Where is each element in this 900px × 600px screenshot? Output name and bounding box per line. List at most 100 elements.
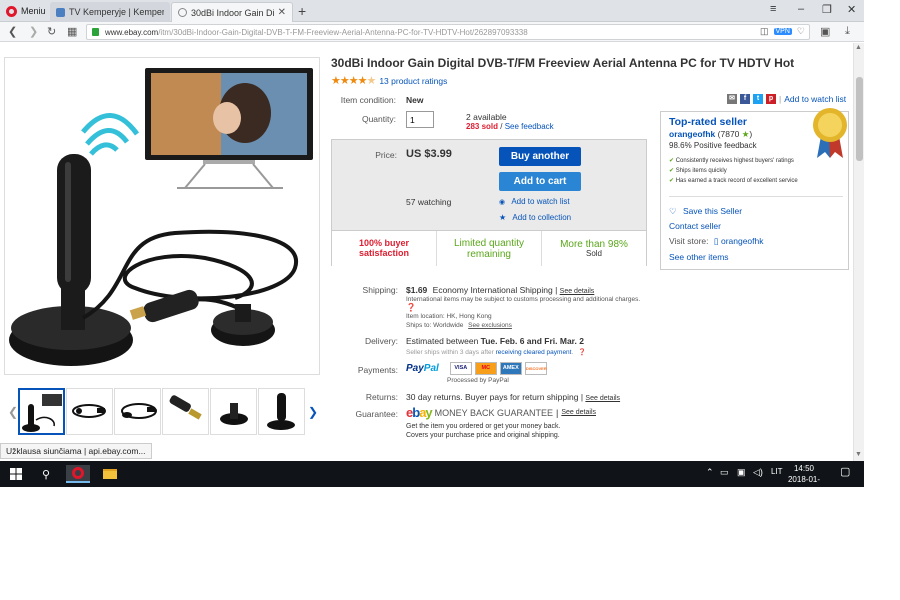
seller-name-link[interactable]: orangeofhk xyxy=(669,129,715,139)
thumbnail-4[interactable] xyxy=(162,388,209,435)
file-explorer-icon[interactable] xyxy=(98,465,122,483)
watch-row: ◉ Add to watch list xyxy=(499,197,570,206)
screen: Meniu TV Kemperyje | Kemperiu 30dBi Indo… xyxy=(0,0,864,487)
ebay-logo: ebay xyxy=(406,405,433,420)
pinterest-icon[interactable]: p xyxy=(766,94,776,104)
facebook-icon[interactable]: f xyxy=(740,94,750,104)
eye-icon: ◉ xyxy=(499,199,506,206)
thumbnail-6[interactable] xyxy=(258,388,305,435)
returns-row: 30 day returns. Buyer pays for return sh… xyxy=(406,392,620,402)
condition-label: Item condition: xyxy=(340,95,396,105)
see-feedback-link[interactable]: See feedback xyxy=(505,122,554,131)
wallet-icon[interactable]: ▣ xyxy=(820,25,830,38)
shipping-method: Economy International Shipping xyxy=(432,285,553,295)
ebay-product-page: ❮ ❯ 30dBi Indoor Gain Digital DVB-T/FM F… xyxy=(0,43,853,461)
scrollbar-thumb[interactable] xyxy=(856,77,863,161)
shipping-details-link[interactable]: See details xyxy=(560,288,595,295)
stat-line: Sold xyxy=(585,248,602,258)
see-other-items-link[interactable]: See other items xyxy=(669,252,729,262)
add-to-watch-list-top-link[interactable]: Add to watch list xyxy=(784,94,846,104)
forward-icon[interactable]: ❯ xyxy=(29,25,38,38)
back-icon[interactable]: ❮ xyxy=(8,25,17,38)
quantity-input[interactable] xyxy=(406,111,434,128)
thumbnails-prev-icon[interactable]: ❮ xyxy=(8,405,18,419)
save-seller-link[interactable]: Save this Seller xyxy=(683,206,742,216)
discover-card-icon: DISCOVER xyxy=(524,362,547,375)
volume-icon[interactable]: ◁) xyxy=(753,467,763,478)
scroll-down-icon[interactable]: ▼ xyxy=(855,451,862,458)
clock-time: 14:50 xyxy=(793,464,815,473)
browser-menu-button[interactable]: Meniu xyxy=(0,0,48,22)
guarantee-details-link[interactable]: See details xyxy=(561,409,596,416)
vpn-badge[interactable]: VPN xyxy=(773,28,792,35)
seller-divider xyxy=(669,196,843,197)
thumbnail-5[interactable] xyxy=(210,388,257,435)
system-clock[interactable]: 14:50 2018-01-18 xyxy=(784,463,824,487)
perk-item: ✔ Consistently receives highest buyers' … xyxy=(669,158,794,164)
twitter-icon[interactable]: t xyxy=(753,94,763,104)
returns-details-link[interactable]: See details xyxy=(585,395,620,402)
tab-ebay-product[interactable]: 30dBi Indoor Gain Digital ✕ xyxy=(171,2,293,22)
stat-line: satisfaction xyxy=(358,247,409,258)
store-name-link[interactable]: orangeofhk xyxy=(721,236,764,246)
thumbnail-3[interactable] xyxy=(114,388,161,435)
returns-text: 30 day returns. Buyer pays for return sh… xyxy=(406,392,579,402)
email-icon[interactable]: ✉ xyxy=(727,94,737,104)
restore-icon[interactable]: ❐ xyxy=(822,3,832,16)
show-hidden-icons-icon[interactable]: ⌃ xyxy=(706,467,714,478)
perk-item: ✔ Ships items quickly xyxy=(669,168,727,174)
cleared-payment-link[interactable]: receiving cleared payment xyxy=(496,349,572,356)
url-domain: www.ebay.com xyxy=(105,27,159,37)
product-ratings-link[interactable]: 13 product ratings xyxy=(379,76,447,86)
download-icon[interactable]: ⤓ xyxy=(845,25,850,38)
tab-menu-icon[interactable]: ≡ xyxy=(770,3,776,15)
language-indicator[interactable]: LIT xyxy=(771,467,783,476)
speed-dial-icon[interactable]: ▦ xyxy=(67,25,77,38)
heart-icon[interactable]: ♡ xyxy=(797,26,805,37)
page-scrollbar[interactable]: ▲ ▼ xyxy=(853,43,864,461)
sales-stats: 100% buyer satisfaction Limited quantity… xyxy=(332,230,646,266)
add-to-collection-link[interactable]: Add to collection xyxy=(512,213,571,222)
minimize-icon[interactable]: – xyxy=(798,3,804,15)
power-icon[interactable]: ▭ xyxy=(720,467,729,478)
payments-label: Payments: xyxy=(357,365,398,375)
search-icon[interactable]: ⚲ xyxy=(36,465,56,483)
network-icon[interactable]: ▣ xyxy=(737,467,746,478)
thumbnail-1[interactable] xyxy=(18,388,65,435)
stat-line: remaining xyxy=(467,248,511,260)
delivery-label: Delivery: xyxy=(364,336,398,346)
main-product-image[interactable] xyxy=(4,57,320,375)
share-separator: | xyxy=(779,94,782,104)
url-input[interactable]: www.ebay.com /itm/30dBi-Indoor-Gain-Digi… xyxy=(86,24,810,40)
delivery-note-suffix: . xyxy=(571,349,574,356)
help-icon[interactable]: ❓ xyxy=(578,349,586,356)
ships-to-label: Ships to: xyxy=(406,322,432,329)
visit-store-label: Visit store: xyxy=(669,236,709,246)
opera-taskbar-icon[interactable] xyxy=(66,465,90,483)
heart-outline-icon[interactable]: ♡ xyxy=(669,206,677,216)
item-location-value: HK, Hong Kong xyxy=(446,313,492,320)
contact-seller-link[interactable]: Contact seller xyxy=(669,221,721,231)
windows-start-icon[interactable] xyxy=(6,465,26,483)
reload-icon[interactable]: ↻ xyxy=(47,25,56,38)
thumbnails-next-icon[interactable]: ❯ xyxy=(308,405,318,419)
antenna-product-illustration xyxy=(9,68,313,366)
buy-another-button[interactable]: Buy another xyxy=(499,147,581,166)
check-icon: ✔ xyxy=(669,168,675,174)
add-to-watch-list-link[interactable]: Add to watch list xyxy=(511,197,569,206)
plus-icon[interactable]: + xyxy=(298,3,306,19)
action-center-icon[interactable]: ▢ xyxy=(840,465,850,478)
delivery-dates: Tue. Feb. 6 and Fri. Mar. 2 xyxy=(480,336,584,346)
scroll-up-icon[interactable]: ▲ xyxy=(855,44,862,51)
close-window-icon[interactable]: ✕ xyxy=(847,3,856,16)
camera-icon[interactable]: ◫ xyxy=(760,26,769,37)
thumbnail-2[interactable] xyxy=(66,388,113,435)
add-to-cart-button[interactable]: Add to cart xyxy=(499,172,581,191)
sold-count[interactable]: 283 sold xyxy=(466,122,498,131)
close-tab-icon[interactable]: ✕ xyxy=(278,7,286,18)
browser-tab-bar: Meniu TV Kemperyje | Kemperiu 30dBi Indo… xyxy=(0,0,864,22)
stat-more-than-sold: More than 98% Sold xyxy=(542,231,646,266)
info-icon[interactable]: ❓ xyxy=(406,303,416,312)
see-exclusions-link[interactable]: See exclusions xyxy=(468,322,512,329)
tab-tv-kemperyje[interactable]: TV Kemperyje | Kemperiu xyxy=(50,2,170,22)
